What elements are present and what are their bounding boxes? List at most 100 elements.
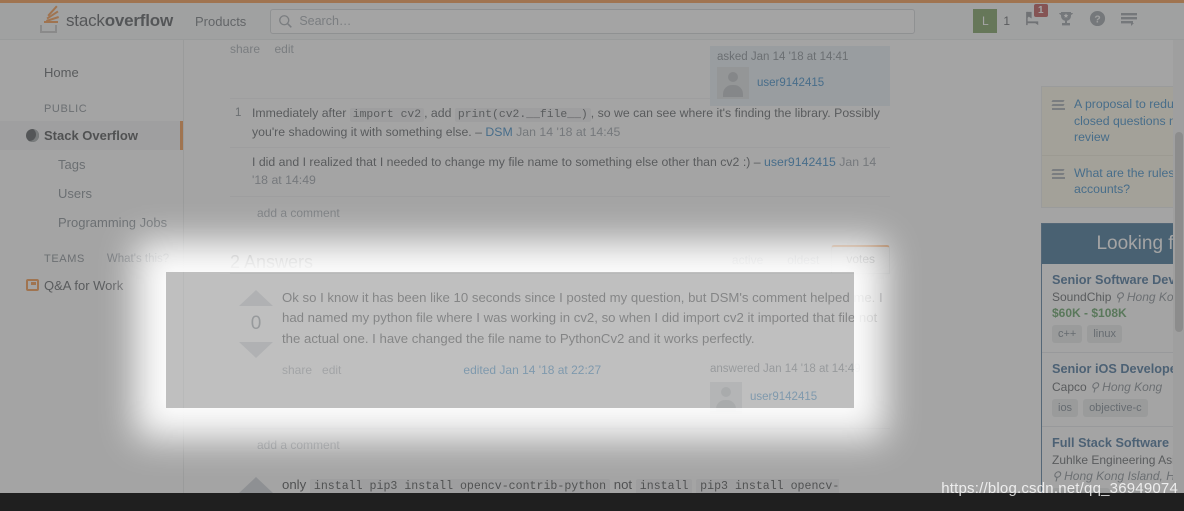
comment-text-part: , add — [424, 106, 452, 120]
answers-count-title: 2 Answers — [230, 252, 314, 273]
sidebar-heading-teams: TEAMS What's this? — [0, 237, 183, 271]
trophy-icon[interactable] — [1057, 10, 1075, 32]
job-tags: c++ linux — [1052, 325, 1184, 344]
inbox-button[interactable]: 1 — [1024, 4, 1048, 32]
logo-text-light: stack — [66, 11, 105, 30]
question-edit-link[interactable]: edit — [274, 42, 293, 56]
inline-code: print(cv2.__file__) — [454, 108, 591, 122]
answer-author-name[interactable]: user9142415 — [750, 389, 817, 407]
answer-edited-time[interactable]: edited Jan 14 '18 at 22:27 — [463, 361, 601, 380]
jobs-panel-heading: Looking for a job? — [1042, 223, 1184, 264]
sidebar-item-home[interactable]: Home — [0, 58, 183, 87]
sidebar-item-label: Stack Overflow — [44, 128, 138, 143]
inline-code: import cv2 — [349, 108, 425, 122]
answer-author-card[interactable]: answered Jan 14 '18 at 14:49 user9142415 — [710, 361, 890, 415]
teams-whats-this-link[interactable]: What's this? — [107, 253, 169, 265]
job-tag[interactable]: c++ — [1052, 325, 1083, 344]
job-location: ⚲ Hong Kong — [1090, 379, 1163, 394]
job-title[interactable]: Senior iOS Developer — [1052, 361, 1184, 378]
avatar[interactable]: L — [973, 9, 998, 33]
sidebar-public-label: PUBLIC — [44, 103, 88, 115]
svg-text:?: ? — [1094, 15, 1100, 26]
answers-header: 2 Answers active oldest votes — [230, 239, 890, 274]
meta-stack-icon — [1051, 98, 1066, 112]
logo-text-bold: overflow — [104, 11, 174, 30]
question-and-answers: share edit asked Jan 14 '18 at 14:41 use… — [230, 40, 890, 511]
top-right-actions: L 1 1 ? — [973, 4, 1138, 33]
left-sidebar: Home PUBLIC Stack Overflow Tags Users Pr… — [0, 40, 184, 511]
comment-score — [230, 154, 252, 190]
job-tag[interactable]: ios — [1052, 398, 1079, 417]
hot-item[interactable]: What are the rules governing multiple ac… — [1042, 156, 1184, 207]
job-location-text: Hong Kong — [1102, 379, 1163, 394]
jobs-panel: Looking for a job? Senior Software Devel… — [1041, 222, 1184, 511]
answer-text: Ok so I know it has been like 10 seconds… — [282, 290, 883, 346]
site-logo[interactable]: stackoverflow — [38, 5, 173, 33]
question-post-footer: share edit asked Jan 14 '18 at 14:41 use… — [230, 40, 890, 106]
job-tag[interactable]: linux — [1087, 325, 1122, 344]
job-title[interactable]: Senior Software Developer - C++ — [1052, 272, 1184, 289]
sidebar-item-qa-for-work[interactable]: Q&A for Work — [0, 271, 183, 300]
answer-edit-link[interactable]: edit — [322, 361, 341, 380]
inline-code: install — [635, 479, 693, 495]
tab-oldest[interactable]: oldest — [775, 247, 831, 273]
hot-network-box: A proposal to reduce the number of close… — [1041, 86, 1184, 208]
tab-votes[interactable]: votes — [831, 245, 890, 274]
page-scrollbar[interactable] — [1173, 40, 1184, 511]
job-title[interactable]: Full Stack Software Engineer — [1052, 435, 1184, 452]
job-company-row: Capco ⚲ Hong Kong — [1052, 380, 1184, 394]
job-tags: ios objective-c — [1052, 398, 1184, 417]
inline-code: install pip3 install opencv-contrib-pyth… — [309, 479, 611, 495]
sidebar-item-tags[interactable]: Tags — [0, 150, 183, 179]
answer-score: 0 — [250, 313, 262, 335]
tab-active[interactable]: active — [720, 247, 775, 273]
job-listing[interactable]: Senior Software Developer - C++ SoundChi… — [1042, 263, 1184, 354]
help-icon[interactable]: ? — [1089, 10, 1106, 32]
watermark-text: https://blog.csdn.net/qq_36949074 — [941, 480, 1178, 497]
job-company: Zuhlke Engineering Asia — [1052, 453, 1182, 468]
job-salary: $60K - $108K — [1052, 306, 1127, 321]
hot-item[interactable]: A proposal to reduce the number of close… — [1042, 87, 1184, 156]
search-bar[interactable] — [270, 8, 916, 34]
inbox-badge: 1 — [1034, 4, 1048, 17]
add-comment-link[interactable]: add a comment — [230, 428, 890, 461]
stackoverflow-page: stackoverflow Products L 1 1 ? — [0, 0, 1184, 511]
job-listing[interactable]: Senior iOS Developer Capco ⚲ Hong Kong i… — [1042, 353, 1184, 427]
hot-item-text: What are the rules governing multiple ac… — [1074, 165, 1184, 197]
job-title-main: Senior Software Developer — [1052, 272, 1184, 287]
sidebar-heading-public: PUBLIC — [0, 87, 183, 121]
answer-item: 0 Ok so I know it has been like 10 secon… — [230, 274, 890, 415]
answer-share-link[interactable]: share — [282, 361, 312, 380]
search-input[interactable] — [299, 9, 900, 33]
comment-author[interactable]: user9142415 — [764, 155, 836, 169]
teams-icon — [26, 279, 39, 291]
comment-text-part: I did and I realized that I needed to ch… — [252, 155, 761, 170]
comment-text-part: Immediately after — [252, 106, 347, 120]
question-asker-card[interactable]: asked Jan 14 '18 at 14:41 user9142415 — [710, 46, 890, 106]
search-icon — [278, 14, 293, 34]
comment-body: Immediately after import cv2, add print(… — [252, 105, 890, 141]
stackoverflow-logo-icon — [38, 5, 60, 33]
top-navigation-bar: stackoverflow Products L 1 1 ? — [0, 0, 1184, 40]
job-tag[interactable]: objective-c — [1083, 398, 1148, 417]
upvote-arrow-icon[interactable] — [239, 290, 273, 307]
question-asked-time: asked Jan 14 '18 at 14:41 — [717, 51, 849, 63]
logo-text: stackoverflow — [66, 11, 173, 31]
comment-body: I did and I realized that I needed to ch… — [252, 154, 890, 190]
nav-products-link[interactable]: Products — [195, 14, 246, 29]
hamburger-icon[interactable] — [1120, 11, 1138, 32]
comment-time: Jan 14 '18 at 14:45 — [516, 124, 621, 139]
sidebar-item-stack-overflow[interactable]: Stack Overflow — [0, 121, 183, 150]
downvote-arrow-icon[interactable] — [239, 342, 273, 359]
answer-footer: share edit edited Jan 14 '18 at 22:27 an… — [282, 361, 890, 415]
sidebar-item-users[interactable]: Users — [0, 179, 183, 208]
add-comment-link[interactable]: add a comment — [230, 196, 890, 229]
main-content: share edit asked Jan 14 '18 at 14:41 use… — [184, 40, 1184, 511]
job-company-row: SoundChip ⚲ Hong Kong Island, Hong Kong — [1052, 290, 1184, 304]
comment-author[interactable]: DSM — [485, 125, 512, 139]
upvote-arrow-icon[interactable] — [239, 477, 273, 494]
question-asker-name[interactable]: user9142415 — [757, 77, 824, 89]
sidebar-item-programming-jobs[interactable]: Programming Jobs — [0, 208, 183, 237]
question-share-link[interactable]: share — [230, 42, 260, 56]
scrollbar-thumb[interactable] — [1175, 132, 1183, 332]
